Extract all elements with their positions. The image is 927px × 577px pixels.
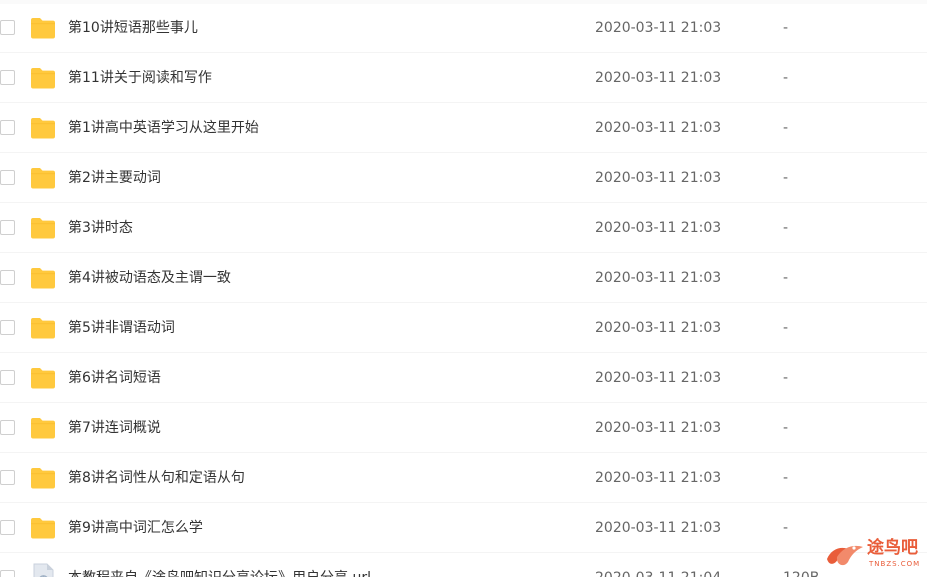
file-size: 120B (783, 568, 819, 577)
row-checkbox[interactable] (0, 320, 15, 335)
folder-icon (31, 68, 55, 89)
table-row[interactable]: 第6讲名词短语 2020-03-11 21:03 - (0, 353, 927, 403)
file-name[interactable]: 第1讲高中英语学习从这里开始 (68, 118, 259, 138)
folder-icon (31, 518, 55, 539)
file-name[interactable]: 第6讲名词短语 (68, 368, 161, 388)
file-date: 2020-03-11 21:03 (595, 470, 722, 486)
file-name[interactable]: 第3讲时态 (68, 218, 133, 238)
row-checkbox[interactable] (0, 570, 15, 577)
file-name[interactable]: 第9讲高中词汇怎么学 (68, 518, 203, 538)
folder-icon (31, 468, 55, 489)
table-row[interactable]: 第1讲高中英语学习从这里开始 2020-03-11 21:03 - (0, 103, 927, 153)
row-checkbox[interactable] (0, 470, 15, 485)
file-size: - (783, 320, 789, 336)
watermark-brand: 途鸟吧 (867, 538, 918, 558)
folder-icon (31, 318, 55, 339)
file-date: 2020-03-11 21:03 (595, 320, 722, 336)
table-row[interactable]: 第3讲时态 2020-03-11 21:03 - (0, 203, 927, 253)
file-date: 2020-03-11 21:04 (595, 568, 721, 577)
file-name[interactable]: 第8讲名词性从句和定语从句 (68, 468, 245, 488)
table-row[interactable]: 第10讲短语那些事儿 2020-03-11 21:03 - (0, 3, 927, 53)
table-row[interactable]: 第2讲主要动词 2020-03-11 21:03 - (0, 153, 927, 203)
file-size: - (783, 70, 789, 86)
table-row[interactable]: 本教程来自《途鸟吧知识分享论坛》用户分享.url 2020-03-11 21:04… (0, 553, 927, 577)
table-row[interactable]: 第9讲高中词汇怎么学 2020-03-11 21:03 - (0, 503, 927, 553)
row-checkbox[interactable] (0, 420, 15, 435)
file-name[interactable]: 第4讲被动语态及主谓一致 (68, 268, 231, 288)
file-list: 第10讲短语那些事儿 2020-03-11 21:03 - 第11讲关于阅读和写作 20… (0, 3, 927, 577)
file-date: 2020-03-11 21:03 (595, 270, 722, 286)
file-size: - (783, 170, 789, 186)
file-name[interactable]: 第10讲短语那些事儿 (68, 18, 198, 38)
row-checkbox[interactable] (0, 170, 15, 185)
folder-icon (31, 218, 55, 239)
row-checkbox[interactable] (0, 20, 15, 35)
file-name[interactable]: 第7讲连词概说 (68, 418, 161, 438)
file-date: 2020-03-11 21:03 (595, 70, 722, 86)
folder-icon (31, 18, 55, 39)
folder-icon (31, 168, 55, 189)
file-size: - (783, 420, 789, 436)
file-date: 2020-03-11 21:03 (595, 370, 722, 386)
file-size: - (783, 220, 789, 236)
file-size: - (783, 520, 789, 536)
folder-icon (31, 118, 55, 139)
file-date: 2020-03-11 21:03 (595, 220, 722, 236)
file-size: - (783, 370, 789, 386)
file-size: - (783, 270, 789, 286)
file-name[interactable]: 本教程来自《途鸟吧知识分享论坛》用户分享.url (68, 568, 371, 577)
file-name[interactable]: 第2讲主要动词 (68, 168, 161, 188)
watermark: 途鸟吧 TNBZS.COM (823, 537, 921, 571)
file-date: 2020-03-11 21:03 (595, 170, 722, 186)
table-row[interactable]: 第7讲连词概说 2020-03-11 21:03 - (0, 403, 927, 453)
file-name[interactable]: 第11讲关于阅读和写作 (68, 68, 212, 88)
file-size: - (783, 120, 789, 136)
file-name[interactable]: 第5讲非谓语动词 (68, 318, 175, 338)
file-date: 2020-03-11 21:03 (595, 420, 722, 436)
file-date: 2020-03-11 21:03 (595, 120, 722, 136)
file-size: - (783, 20, 789, 36)
watermark-domain: TNBZS.COM (869, 560, 921, 568)
bird-logo-icon (827, 545, 863, 566)
row-checkbox[interactable] (0, 520, 15, 535)
folder-icon (31, 418, 55, 439)
doc-icon (33, 563, 54, 577)
file-size: - (783, 470, 789, 486)
folder-icon (31, 368, 55, 389)
row-checkbox[interactable] (0, 70, 15, 85)
row-checkbox[interactable] (0, 120, 15, 135)
row-checkbox[interactable] (0, 270, 15, 285)
folder-icon (31, 268, 55, 289)
file-date: 2020-03-11 21:03 (595, 20, 722, 36)
row-checkbox[interactable] (0, 220, 15, 235)
table-row[interactable]: 第8讲名词性从句和定语从句 2020-03-11 21:03 - (0, 453, 927, 503)
file-browser: 第10讲短语那些事儿 2020-03-11 21:03 - 第11讲关于阅读和写作 20… (0, 0, 927, 577)
table-row[interactable]: 第11讲关于阅读和写作 2020-03-11 21:03 - (0, 53, 927, 103)
file-date: 2020-03-11 21:03 (595, 520, 722, 536)
table-row[interactable]: 第5讲非谓语动词 2020-03-11 21:03 - (0, 303, 927, 353)
row-checkbox[interactable] (0, 370, 15, 385)
table-row[interactable]: 第4讲被动语态及主谓一致 2020-03-11 21:03 - (0, 253, 927, 303)
